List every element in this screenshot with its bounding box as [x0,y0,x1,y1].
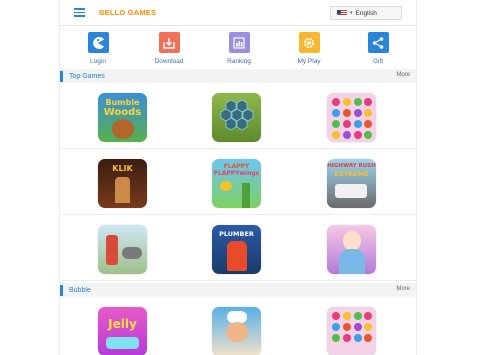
hexagon-grid-art [220,99,254,131]
language-label: English [355,9,377,17]
game-row: Bumble Woods [60,83,416,149]
candy-grid-art [332,312,372,342]
nav-my-play[interactable]: My Play [279,32,339,65]
tile-title: KLIK [112,164,133,173]
game-tile-flappy-wings[interactable]: FLAPPY FLAPPYwings [212,159,261,208]
nav-ranking[interactable]: Ranking [209,32,269,65]
section-title: Top Games [69,72,105,80]
ranking-icon [228,32,250,53]
hamburger-menu-icon[interactable] [74,8,85,17]
character-art [226,322,248,342]
section-accent-bar [60,284,63,296]
share-icon [367,32,389,53]
tile-title: Bumble [105,98,140,107]
nav-label: Login [90,58,106,65]
character-art [115,177,130,203]
nav-label: Download [154,58,184,65]
header: BELLO GAMES ▾ English [60,0,416,26]
brand-logo[interactable]: BELLO GAMES [99,8,156,17]
chevron-down-icon: ▾ [350,10,353,16]
tile-title: FLAPPY [223,163,250,170]
game-tile-hexagon[interactable] [212,93,261,142]
tile-title: Jelly [108,317,137,331]
tile-title: FLAPPYwings [213,170,260,177]
section-header-bubble: Bubble More [60,283,416,297]
tile-title: PLUMBER [219,230,254,238]
game-tile-cannon[interactable] [98,225,147,274]
language-selector[interactable]: ▾ English [330,6,402,20]
game-row: PLUMBER [60,215,416,281]
game-tile-bumble-woods[interactable]: Bumble Woods [98,93,147,142]
tile-title: EXTREME [334,170,369,178]
pacman-icon [87,32,109,53]
game-tile-plumber[interactable]: PLUMBER [212,225,261,274]
game-row: Jelly [60,297,416,355]
jelly-art [106,337,139,349]
game-row: KLIK FLAPPY FLAPPYwings HIGHWAY RUSH EXT… [60,149,416,215]
candy-grid-art [332,98,372,139]
character-art [227,241,247,271]
car-art [335,184,367,198]
game-tile-candy-match[interactable] [327,93,376,142]
download-tray-icon [158,32,180,53]
section-title: Bubble [69,286,91,294]
game-tile-candy-match-2[interactable] [327,307,376,355]
more-link[interactable]: More [396,286,410,292]
page: BELLO GAMES ▾ English Login Download Ran… [59,0,417,355]
nav-label: Ranking [227,58,251,65]
game-tile-jelly[interactable]: Jelly [98,307,147,355]
nav-label: My Play [297,58,321,65]
pipe-art [242,183,250,208]
tile-title: HIGHWAY RUSH [327,163,376,169]
character-art [112,119,134,139]
quick-nav: Login Download Ranking My Play Gift [60,26,416,66]
section-accent-bar [60,70,63,82]
game-tile-highway-rush[interactable]: HIGHWAY RUSH EXTREME [327,159,376,208]
game-tile-princess[interactable] [327,225,376,274]
dress-art [339,249,365,274]
bird-art [220,181,232,191]
more-link[interactable]: More [396,72,410,78]
nav-login[interactable]: Login [68,32,128,65]
gear-icon [298,32,320,53]
cannon-art [122,247,142,259]
game-tile-klik[interactable]: KLIK [98,159,147,208]
nav-download[interactable]: Download [139,32,199,65]
nav-gift[interactable]: Gift [348,32,408,65]
character-art [106,235,118,265]
nav-label: Gift [372,58,384,65]
section-header-top-games: Top Games More [60,69,416,83]
game-tile-chef[interactable] [212,307,261,355]
tile-title: Woods [103,107,142,118]
character-art [343,231,361,251]
us-flag-icon [337,10,347,16]
